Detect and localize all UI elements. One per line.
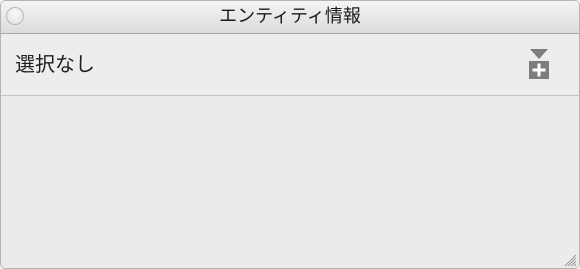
- entity-selector-row: 選択なし: [1, 34, 579, 96]
- resize-grip-icon[interactable]: [563, 252, 577, 267]
- window-title: エンティティ情報: [219, 6, 361, 27]
- title-bar[interactable]: エンティティ情報: [1, 1, 579, 34]
- dropdown-add-icon: [529, 49, 549, 79]
- entity-details-panel: [1, 96, 579, 268]
- entity-info-window: エンティティ情報 選択なし: [0, 0, 580, 269]
- add-menu-button[interactable]: [529, 48, 549, 80]
- close-button[interactable]: [6, 7, 24, 25]
- selection-status-label: 選択なし: [15, 52, 95, 76]
